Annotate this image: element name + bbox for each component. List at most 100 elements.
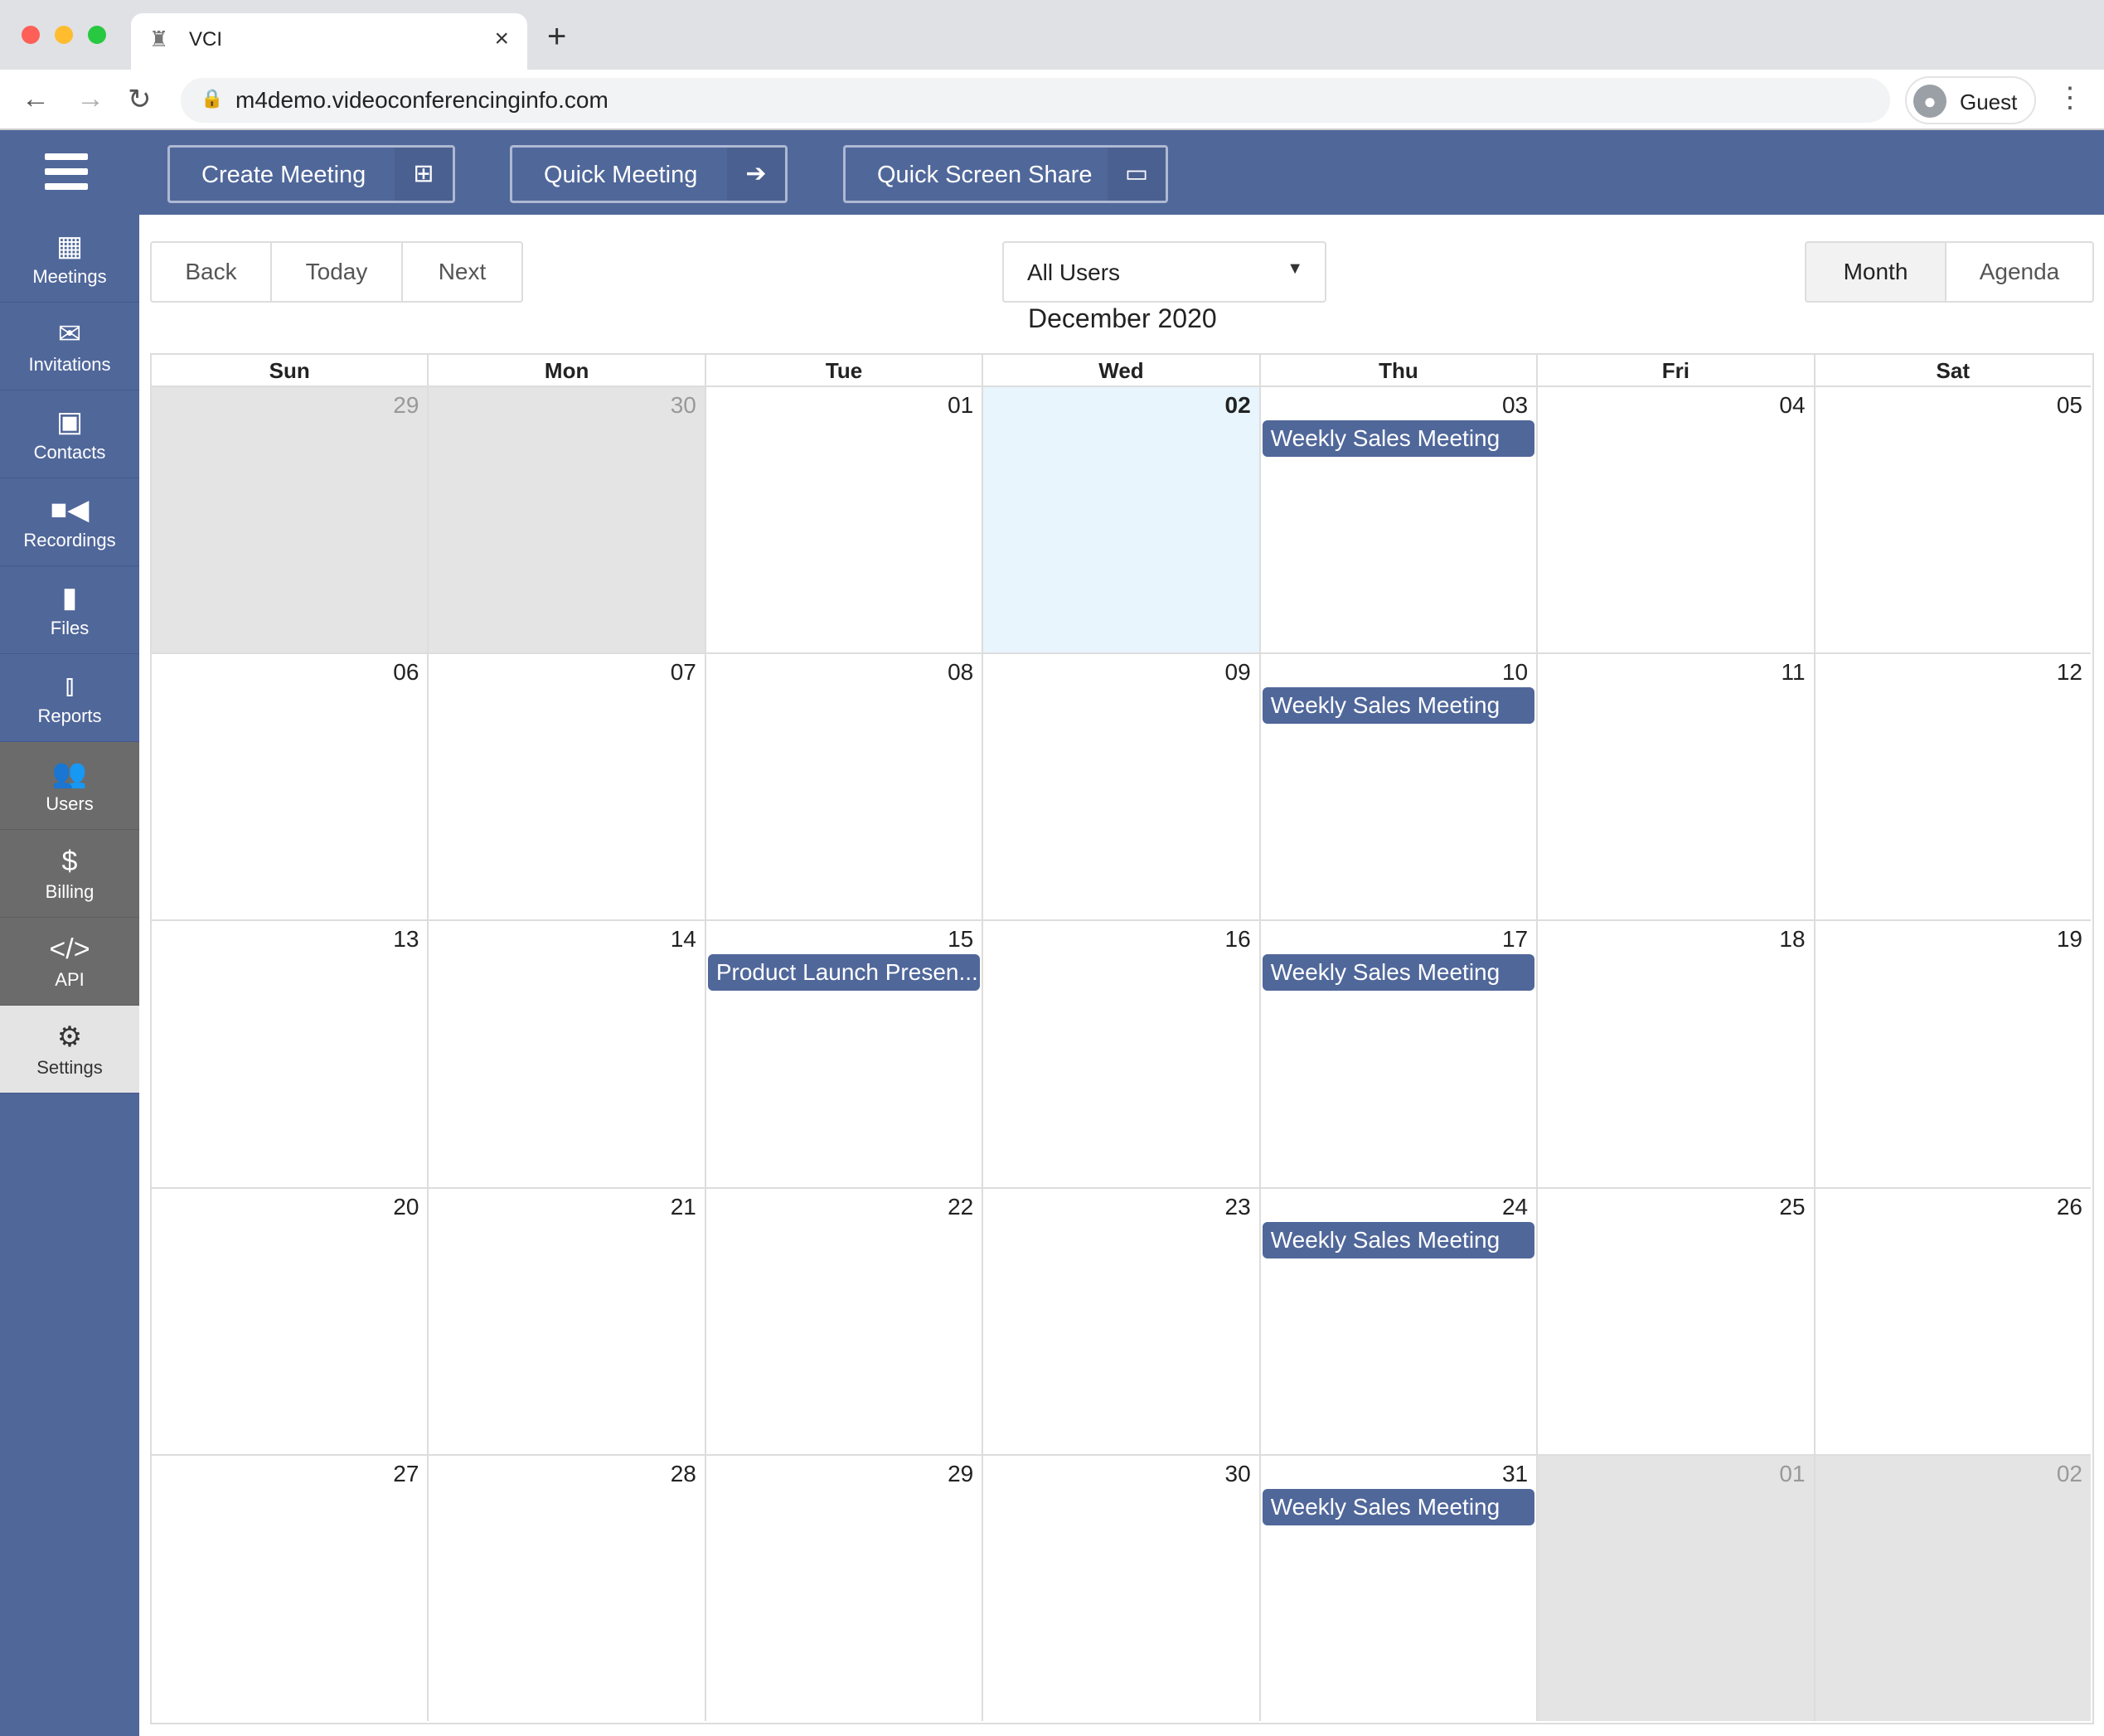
day-number[interactable]: 01 xyxy=(948,392,973,419)
sidebar-item-users[interactable]: 👥 Users xyxy=(0,742,139,830)
day-cell[interactable]: 02 xyxy=(982,386,1259,653)
user-filter-select[interactable]: All Users ▼ xyxy=(1002,241,1326,303)
view-month-button[interactable]: Month xyxy=(1805,241,1946,303)
day-cell[interactable]: 17 Weekly Sales Meeting xyxy=(1258,919,1537,1187)
day-number[interactable]: 17 xyxy=(1502,926,1528,953)
sidebar-item-recordings[interactable]: ■◀ Recordings xyxy=(0,478,139,566)
day-cell[interactable]: 30 xyxy=(982,1453,1259,1721)
sidebar-item-billing[interactable]: $ Billing xyxy=(0,830,139,918)
day-number[interactable]: 18 xyxy=(1779,926,1805,953)
day-cell[interactable]: 13 xyxy=(150,919,428,1187)
calendar-event[interactable]: Product Launch Presen... xyxy=(707,954,981,992)
calendar-event[interactable]: Weekly Sales Meeting xyxy=(1262,1221,1535,1258)
day-number[interactable]: 10 xyxy=(1502,659,1528,686)
day-cell[interactable]: 21 xyxy=(427,1186,705,1454)
day-number[interactable]: 21 xyxy=(671,1194,696,1220)
day-number[interactable]: 25 xyxy=(1779,1194,1805,1220)
day-number[interactable]: 04 xyxy=(1779,392,1805,419)
day-cell[interactable]: 14 xyxy=(427,919,705,1187)
day-cell[interactable]: 01 xyxy=(1536,1453,1814,1721)
calendar-event[interactable]: Weekly Sales Meeting xyxy=(1262,1488,1535,1525)
day-cell[interactable]: 09 xyxy=(982,652,1259,920)
hamburger-menu-icon[interactable] xyxy=(45,153,88,190)
day-number[interactable]: 01 xyxy=(1779,1461,1805,1487)
sidebar-item-contacts[interactable]: ▣ Contacts xyxy=(0,390,139,478)
day-cell[interactable]: 25 xyxy=(1536,1186,1814,1454)
sidebar-item-settings[interactable]: ⚙ Settings xyxy=(0,1006,139,1093)
day-number[interactable]: 30 xyxy=(1225,1461,1251,1487)
sidebar-item-api[interactable]: </> API xyxy=(0,918,139,1006)
day-cell[interactable]: 11 xyxy=(1536,652,1814,920)
day-number[interactable]: 09 xyxy=(1225,659,1251,686)
day-cell[interactable]: 23 xyxy=(982,1186,1259,1454)
day-number[interactable]: 24 xyxy=(1502,1194,1528,1220)
maximize-window-button[interactable] xyxy=(88,26,106,44)
today-button[interactable]: Today xyxy=(270,241,403,303)
day-cell[interactable]: 10 Weekly Sales Meeting xyxy=(1258,652,1537,920)
day-number[interactable]: 06 xyxy=(393,659,419,686)
day-cell[interactable]: 30 xyxy=(427,386,705,653)
day-cell[interactable]: 26 xyxy=(1813,1186,2091,1454)
day-cell[interactable]: 28 xyxy=(427,1453,705,1721)
day-cell[interactable]: 06 xyxy=(150,652,428,920)
day-number[interactable]: 07 xyxy=(671,659,696,686)
day-cell[interactable]: 05 xyxy=(1813,386,2091,653)
day-number[interactable]: 19 xyxy=(2057,926,2082,953)
quick-screen-share-button[interactable]: Quick Screen Share ▭ xyxy=(843,145,1168,203)
day-number[interactable]: 14 xyxy=(671,926,696,953)
forward-arrow-icon[interactable]: → xyxy=(76,83,104,115)
day-number[interactable]: 20 xyxy=(393,1194,419,1220)
create-meeting-button[interactable]: Create Meeting ⊞ xyxy=(167,145,455,203)
minimize-window-button[interactable] xyxy=(55,26,73,44)
day-number[interactable]: 12 xyxy=(2057,659,2082,686)
day-number[interactable]: 23 xyxy=(1225,1194,1251,1220)
quick-meeting-button[interactable]: Quick Meeting ➔ xyxy=(510,145,788,203)
day-cell[interactable]: 24 Weekly Sales Meeting xyxy=(1258,1186,1537,1454)
day-number[interactable]: 02 xyxy=(2057,1461,2082,1487)
day-number[interactable]: 15 xyxy=(948,926,973,953)
day-number[interactable]: 02 xyxy=(1225,392,1251,419)
day-cell[interactable]: 04 xyxy=(1536,386,1814,653)
day-cell[interactable]: 03 Weekly Sales Meeting xyxy=(1258,386,1537,653)
day-cell[interactable]: 12 xyxy=(1813,652,2091,920)
day-cell[interactable]: 01 xyxy=(704,386,982,653)
day-cell[interactable]: 15 Product Launch Presen... xyxy=(704,919,982,1187)
next-button[interactable]: Next xyxy=(401,241,523,303)
day-number[interactable]: 27 xyxy=(393,1461,419,1487)
day-cell[interactable]: 22 xyxy=(704,1186,982,1454)
day-cell[interactable]: 07 xyxy=(427,652,705,920)
day-number[interactable]: 05 xyxy=(2057,392,2082,419)
sidebar-item-invitations[interactable]: ✉ Invitations xyxy=(0,303,139,390)
reload-icon[interactable]: ↻ xyxy=(128,83,152,116)
day-cell[interactable]: 02 xyxy=(1813,1453,2091,1721)
url-bar[interactable]: 🔒 m4demo.videoconferencinginfo.com xyxy=(181,78,1890,123)
browser-menu-icon[interactable]: ⋮ xyxy=(2056,81,2084,114)
new-tab-button[interactable]: + xyxy=(547,18,566,56)
day-number[interactable]: 28 xyxy=(671,1461,696,1487)
close-tab-icon[interactable]: × xyxy=(494,25,509,53)
day-number[interactable]: 29 xyxy=(948,1461,973,1487)
day-number[interactable]: 29 xyxy=(393,392,419,419)
day-cell[interactable]: 27 xyxy=(150,1453,428,1721)
view-agenda-button[interactable]: Agenda xyxy=(1945,241,2094,303)
day-cell[interactable]: 19 xyxy=(1813,919,2091,1187)
day-cell[interactable]: 31 Weekly Sales Meeting xyxy=(1258,1453,1537,1721)
browser-tab[interactable]: ♜ VCI × xyxy=(131,13,527,70)
calendar-event[interactable]: Weekly Sales Meeting xyxy=(1262,687,1535,725)
day-cell[interactable]: 29 xyxy=(150,386,428,653)
day-cell[interactable]: 08 xyxy=(704,652,982,920)
day-cell[interactable]: 16 xyxy=(982,919,1259,1187)
day-cell[interactable]: 29 xyxy=(704,1453,982,1721)
day-number[interactable]: 31 xyxy=(1502,1461,1528,1487)
sidebar-item-meetings[interactable]: ▦ Meetings xyxy=(0,215,139,303)
day-number[interactable]: 30 xyxy=(671,392,696,419)
day-number[interactable]: 03 xyxy=(1502,392,1528,419)
day-number[interactable]: 22 xyxy=(948,1194,973,1220)
close-window-button[interactable] xyxy=(22,26,40,44)
calendar-event[interactable]: Weekly Sales Meeting xyxy=(1262,420,1535,457)
calendar-event[interactable]: Weekly Sales Meeting xyxy=(1262,954,1535,992)
back-arrow-icon[interactable]: ← xyxy=(22,83,50,115)
sidebar-item-reports[interactable]: ⫾ Reports xyxy=(0,654,139,742)
day-number[interactable]: 08 xyxy=(948,659,973,686)
day-cell[interactable]: 18 xyxy=(1536,919,1814,1187)
